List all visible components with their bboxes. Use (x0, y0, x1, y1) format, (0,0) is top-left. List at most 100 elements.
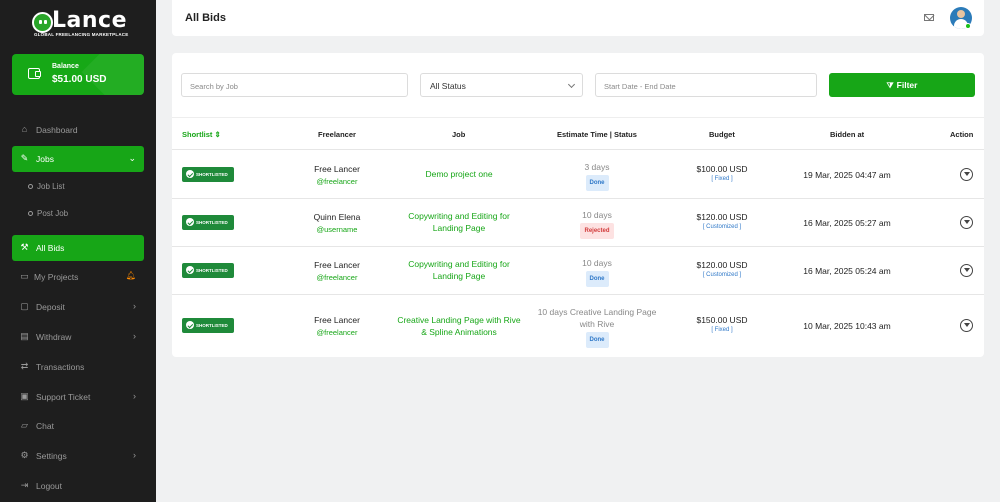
sidebar-item-chat[interactable]: ▱ Chat (12, 413, 144, 439)
search-input[interactable]: Search by Job (181, 73, 408, 97)
shortlisted-badge[interactable]: SHORTLISTED (182, 167, 234, 182)
freelancer-username[interactable]: @username (287, 225, 387, 234)
sidebar-item-support-ticket[interactable]: ▣ Support Ticket › (12, 384, 144, 410)
bidden-at: 16 Mar, 2025 05:27 am (803, 218, 891, 228)
sidebar-item-jobs[interactable]: ✎ Jobs ⌄ (12, 146, 144, 172)
sidebar-item-logout[interactable]: ⇥ Logout (12, 473, 144, 499)
estimate-time: 10 days (582, 210, 612, 220)
status-badge: Done (585, 175, 609, 191)
gear-icon: ⚙ (20, 450, 29, 460)
freelancer-cell: Free Lancer @freelancer (287, 260, 387, 282)
home-icon: ⌂ (21, 124, 28, 134)
sidebar-subitem-post-job[interactable]: Post Job (28, 209, 68, 218)
chevron-down-icon: ⌄ (128, 153, 136, 163)
freelancer-username[interactable]: @freelancer (287, 177, 387, 186)
chevron-down-icon (567, 80, 576, 89)
estimate-cell: 3 days Done (537, 161, 657, 191)
table-row: SHORTLISTED Quinn Elena @username Copywr… (172, 199, 984, 247)
filter-button[interactable]: ⧩ Filter (829, 73, 975, 97)
job-link[interactable]: Creative Landing Page with Rive & Spline… (394, 314, 524, 338)
balance-value: $51.00 USD (52, 74, 107, 85)
action-dropdown-icon[interactable] (960, 168, 973, 181)
mail-icon[interactable] (924, 14, 934, 21)
shortlist-sort-header[interactable]: Shortlist ⇕ (182, 130, 221, 139)
sidebar-subitem-label: Post Job (37, 209, 69, 218)
sidebar-item-settings[interactable]: ⚙ Settings › (12, 443, 144, 469)
search-placeholder: Search by Job (190, 82, 238, 91)
sidebar-item-label: My Projects (34, 272, 79, 282)
bidden-at: 16 Mar, 2025 05:24 am (803, 266, 891, 276)
balance-card: Balance $51.00 USD (12, 54, 144, 95)
freelancer-username[interactable]: @freelancer (287, 273, 387, 282)
filter-icon: ⧩ (886, 81, 894, 90)
budget-type: [ Fixed ] (711, 176, 733, 182)
sidebar-item-label: Jobs (36, 154, 54, 164)
freelancer-cell: Free Lancer @freelancer (287, 315, 387, 337)
wallet-icon: ▢ (20, 301, 29, 311)
online-status-icon (965, 23, 971, 29)
sidebar-item-my-projects[interactable]: ▭ My Projects 🔔︎ (12, 264, 144, 290)
table-row: SHORTLISTED Free Lancer @freelancer Copy… (172, 247, 984, 295)
chevron-right-icon: › (133, 301, 136, 311)
sidebar-item-label: Transactions (36, 362, 85, 372)
header-freelancer: Freelancer (318, 130, 356, 139)
lance-logo[interactable]: Lance GLOBAL FREELANCING MARKETPLACE (32, 8, 128, 40)
sort-icon: ⇕ (214, 130, 221, 139)
action-dropdown-icon[interactable] (960, 216, 973, 229)
action-dropdown-icon[interactable] (960, 319, 973, 332)
sidebar-item-label: Withdraw (36, 332, 72, 342)
freelancer-name: Free Lancer (314, 164, 360, 174)
top-header: All Bids (172, 0, 984, 36)
budget-amount: $120.00 USD (696, 260, 748, 270)
sidebar-item-label: Support Ticket (36, 392, 91, 402)
budget-type: [ Fixed ] (711, 327, 733, 333)
sidebar: Lance GLOBAL FREELANCING MARKETPLACE Bal… (0, 0, 156, 502)
logout-icon: ⇥ (20, 480, 29, 490)
shortlisted-badge[interactable]: SHORTLISTED (182, 318, 234, 333)
header-job: Job (452, 130, 466, 139)
logo-text: Lance (52, 8, 127, 33)
estimate-time: 10 days (582, 258, 612, 268)
header-budget: Budget (709, 130, 735, 139)
chevron-right-icon: › (133, 391, 136, 401)
status-select-value: All Status (430, 81, 466, 91)
budget-amount: $100.00 USD (696, 164, 748, 174)
estimate-cell: 10 days Creative Landing Page with Rive … (537, 306, 657, 348)
sidebar-subitem-label: Job List (37, 182, 65, 191)
freelancer-cell: Quinn Elena @username (287, 212, 387, 234)
ticket-icon: ▣ (20, 391, 29, 401)
sidebar-item-withdraw[interactable]: ▤ Withdraw › (12, 324, 144, 350)
status-select[interactable]: All Status (420, 73, 583, 97)
sidebar-item-label: All Bids (36, 243, 65, 253)
date-range-input[interactable]: Start Date - End Date (595, 73, 817, 97)
sidebar-item-dashboard[interactable]: ⌂ Dashboard (12, 117, 144, 143)
shortlisted-badge[interactable]: SHORTLISTED (182, 215, 234, 230)
budget-cell: $120.00 USD [ Customized ] (667, 212, 777, 230)
freelancer-name: Free Lancer (314, 260, 360, 270)
pen-icon: ✎ (20, 153, 29, 163)
chevron-right-icon: › (133, 331, 136, 341)
action-dropdown-icon[interactable] (960, 264, 973, 277)
freelancer-username[interactable]: @freelancer (287, 328, 387, 337)
sidebar-item-label: Dashboard (36, 125, 78, 135)
sidebar-subitem-job-list[interactable]: Job List (28, 182, 65, 191)
sidebar-item-label: Deposit (36, 302, 65, 312)
sidebar-item-label: Chat (36, 421, 54, 431)
header-bidden-at: Bidden at (830, 130, 865, 139)
job-link[interactable]: Copywriting and Editing for Landing Page (394, 258, 524, 282)
sidebar-item-label: Logout (36, 481, 62, 491)
estimate-time: 10 days Creative Landing Page with Rive (537, 307, 657, 329)
sidebar-item-deposit[interactable]: ▢ Deposit › (12, 294, 144, 320)
sidebar-item-all-bids[interactable]: ⚒ All Bids (12, 235, 144, 261)
sidebar-item-label: Settings (36, 451, 67, 461)
shortlisted-badge[interactable]: SHORTLISTED (182, 263, 234, 278)
job-link[interactable]: Copywriting and Editing for Landing Page (394, 210, 524, 234)
hammer-icon: ⚒ (20, 242, 29, 252)
card-icon: ▤ (20, 331, 29, 341)
folder-icon: ▭ (20, 271, 29, 281)
circle-icon (28, 184, 33, 189)
transfer-icon: ⇄ (20, 361, 29, 371)
sidebar-item-transactions[interactable]: ⇄ Transactions (12, 354, 144, 380)
job-link[interactable]: Demo project one (394, 168, 524, 180)
freelancer-name: Quinn Elena (313, 212, 361, 222)
